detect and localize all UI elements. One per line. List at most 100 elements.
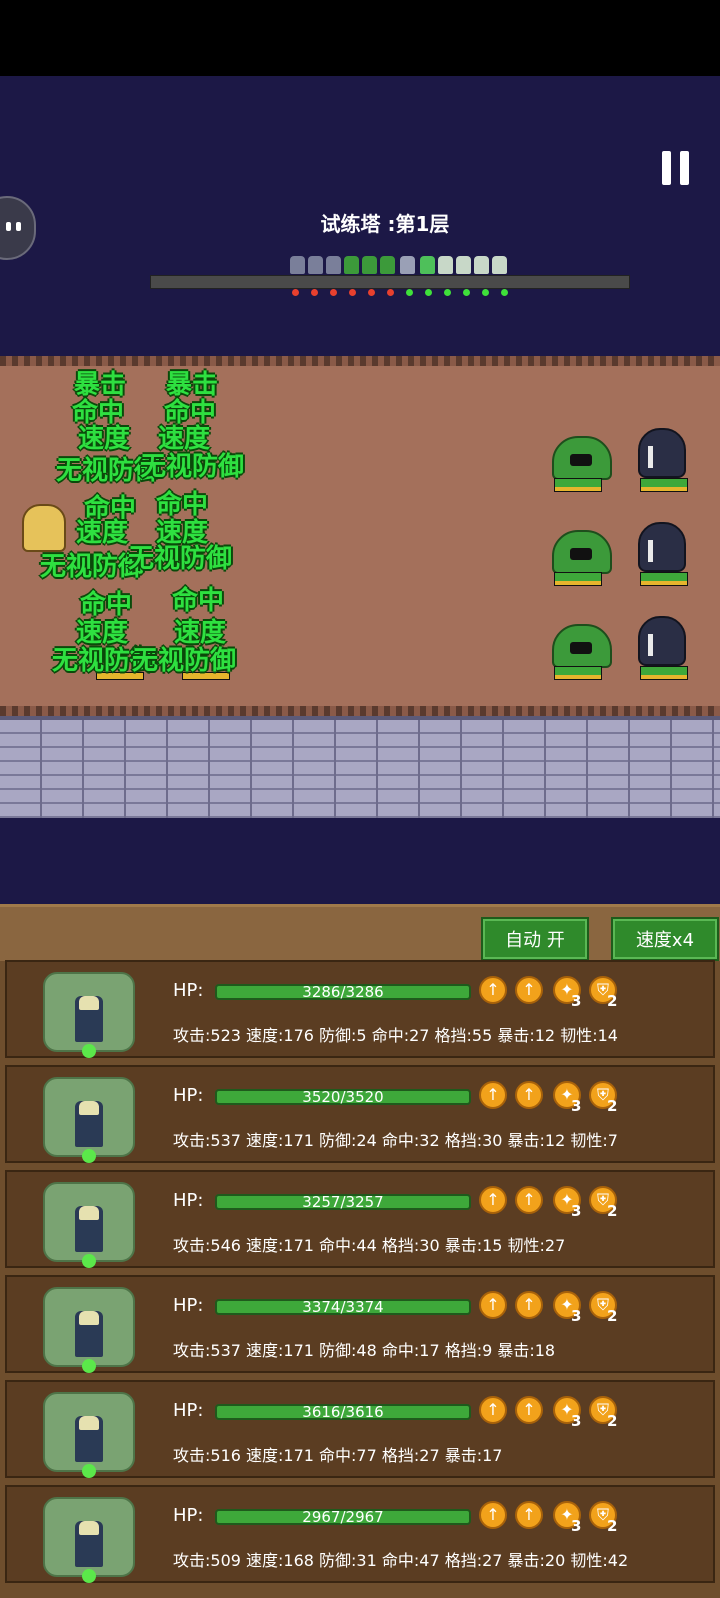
status-dot: [82, 1464, 96, 1478]
shield-buff-count: 2: [607, 1097, 618, 1115]
status-dot: [82, 1254, 96, 1268]
unit-avatar[interactable]: [43, 1182, 135, 1268]
float-text-ignore-def: 无视防御: [128, 544, 233, 574]
enemy-slime-icon: [344, 256, 359, 274]
speed-up-icon[interactable]: ↑: [515, 1501, 543, 1529]
pause-icon[interactable]: [662, 151, 692, 185]
ally-knight-icon: [492, 256, 507, 274]
unit-card[interactable]: HP: 3616/3616 ↑ ↑ ✦ 3 ⛨ 2 攻击:516 速度:171 …: [5, 1380, 715, 1478]
hp-label: HP:: [173, 1505, 204, 1526]
wing-buff-count: 3: [571, 1097, 582, 1115]
hp-bar: 3257/3257: [215, 1193, 471, 1211]
hp-value: 2967/2967: [302, 1508, 384, 1526]
helmet-icon: [79, 1311, 99, 1325]
unit-avatar[interactable]: [43, 1077, 135, 1163]
hp-value: 3374/3374: [302, 1298, 384, 1316]
enemy-hp-bar: [554, 572, 602, 586]
status-dot: [82, 1149, 96, 1163]
unit-card[interactable]: HP: 2967/2967 ↑ ↑ ✦ 3 ⛨ 2 攻击:509 速度:168 …: [5, 1485, 715, 1583]
shield-buff-count: 2: [607, 1307, 618, 1325]
control-bar: 自动 开 速度x4: [0, 907, 720, 961]
unit-stats: 攻击:546 速度:171 命中:44 格挡:30 暴击:15 韧性:27: [173, 1236, 566, 1255]
ally-knight-icon: [474, 256, 489, 274]
speed-up-icon[interactable]: ↑: [515, 1186, 543, 1214]
attack-up-icon[interactable]: ↑: [479, 1396, 507, 1424]
float-text-ignore-def: 无视防御: [140, 452, 245, 482]
castle-wall: [0, 716, 720, 822]
enemy-slime-icon: [362, 256, 377, 274]
float-text-speed: 速度: [76, 518, 129, 548]
hp-value: 3257/3257: [302, 1193, 384, 1211]
unit-card[interactable]: HP: 3374/3374 ↑ ↑ ✦ 3 ⛨ 2 攻击:537 速度:171 …: [5, 1275, 715, 1373]
hp-label: HP:: [173, 1085, 204, 1106]
slime-enemy[interactable]: [552, 436, 612, 480]
helmet-icon: [79, 996, 99, 1010]
speed-up-icon[interactable]: ↑: [515, 1291, 543, 1319]
wing-buff-count: 3: [571, 1517, 582, 1535]
attack-up-icon[interactable]: ↑: [479, 976, 507, 1004]
speed-up-icon[interactable]: ↑: [515, 1081, 543, 1109]
hero-sprite[interactable]: [22, 504, 66, 552]
ally-marker: [501, 289, 508, 296]
hp-bar: 3616/3616: [215, 1403, 471, 1421]
ally-knight-icon: [438, 256, 453, 274]
enemy-marker: [368, 289, 375, 296]
ally-marker: [482, 289, 489, 296]
hp-label: HP:: [173, 1190, 204, 1211]
status-bar: [0, 0, 720, 76]
helmet-icon: [79, 1101, 99, 1115]
unit-panel: 自动 开 速度x4 HP: 3286/3286 ↑ ↑ ✦ 3 ⛨ 2 攻击:5…: [0, 904, 720, 1598]
enemy-marker: [349, 289, 356, 296]
hp-label: HP:: [173, 1400, 204, 1421]
status-dot: [82, 1359, 96, 1373]
speed-up-icon[interactable]: ↑: [515, 1396, 543, 1424]
ghost-knight-enemy[interactable]: [638, 428, 686, 478]
float-text-ignore-def: 无视防御: [132, 646, 237, 676]
ghost-knight-enemy[interactable]: [638, 616, 686, 666]
ally-marker: [425, 289, 432, 296]
ally-knight-icon: [456, 256, 471, 274]
unit-avatar[interactable]: [43, 1392, 135, 1478]
enemy-hp-bar: [554, 666, 602, 680]
unit-stats: 攻击:537 速度:171 防御:24 命中:32 格挡:30 暴击:12 韧性…: [173, 1131, 618, 1150]
speed-button[interactable]: 速度x4: [611, 917, 719, 961]
lower-sky: [0, 818, 720, 904]
speed-up-icon[interactable]: ↑: [515, 976, 543, 1004]
attack-up-icon[interactable]: ↑: [479, 1291, 507, 1319]
ally-archer-icon: [420, 256, 435, 274]
unit-stats: 攻击:516 速度:171 命中:77 格挡:27 暴击:17: [173, 1446, 503, 1465]
ally-knight-icon: [400, 256, 415, 274]
attack-up-icon[interactable]: ↑: [479, 1501, 507, 1529]
ally-marker: [406, 289, 413, 296]
hp-bar: 3374/3374: [215, 1298, 471, 1316]
enemy-ghost-icon: [308, 256, 323, 274]
attack-up-icon[interactable]: ↑: [479, 1081, 507, 1109]
enemy-marker: [387, 289, 394, 296]
ally-marker: [463, 289, 470, 296]
unit-avatar[interactable]: [43, 972, 135, 1058]
enemy-hp-bar: [640, 572, 688, 586]
wave-unit-icons: [290, 256, 520, 282]
unit-avatar[interactable]: [43, 1497, 135, 1583]
unit-stats: 攻击:537 速度:171 防御:48 命中:17 格挡:9 暴击:18: [173, 1341, 556, 1360]
unit-card[interactable]: HP: 3286/3286 ↑ ↑ ✦ 3 ⛨ 2 攻击:523 速度:176 …: [5, 960, 715, 1058]
slime-enemy[interactable]: [552, 530, 612, 574]
helmet-icon: [79, 1206, 99, 1220]
shield-buff-count: 2: [607, 992, 618, 1010]
slime-enemy[interactable]: [552, 624, 612, 668]
unit-card[interactable]: HP: 3257/3257 ↑ ↑ ✦ 3 ⛨ 2 攻击:546 速度:171 …: [5, 1170, 715, 1268]
helmet-icon: [79, 1416, 99, 1430]
attack-up-icon[interactable]: ↑: [479, 1186, 507, 1214]
unit-card[interactable]: HP: 3520/3520 ↑ ↑ ✦ 3 ⛨ 2 攻击:537 速度:171 …: [5, 1065, 715, 1163]
shield-buff-count: 2: [607, 1412, 618, 1430]
hp-bar: 2967/2967: [215, 1508, 471, 1526]
battlefield-bottom-edge: [0, 706, 720, 716]
auto-toggle-button[interactable]: 自动 开: [481, 917, 589, 961]
battlefield: 暴击 暴击 命中 命中 速度 速度 无视防御 无视防御 命中 命中 速度 速度 …: [0, 356, 720, 716]
ghost-knight-enemy[interactable]: [638, 522, 686, 572]
ally-marker: [444, 289, 451, 296]
unit-avatar[interactable]: [43, 1287, 135, 1373]
enemy-marker: [311, 289, 318, 296]
wing-buff-count: 3: [571, 1202, 582, 1220]
shield-buff-count: 2: [607, 1517, 618, 1535]
